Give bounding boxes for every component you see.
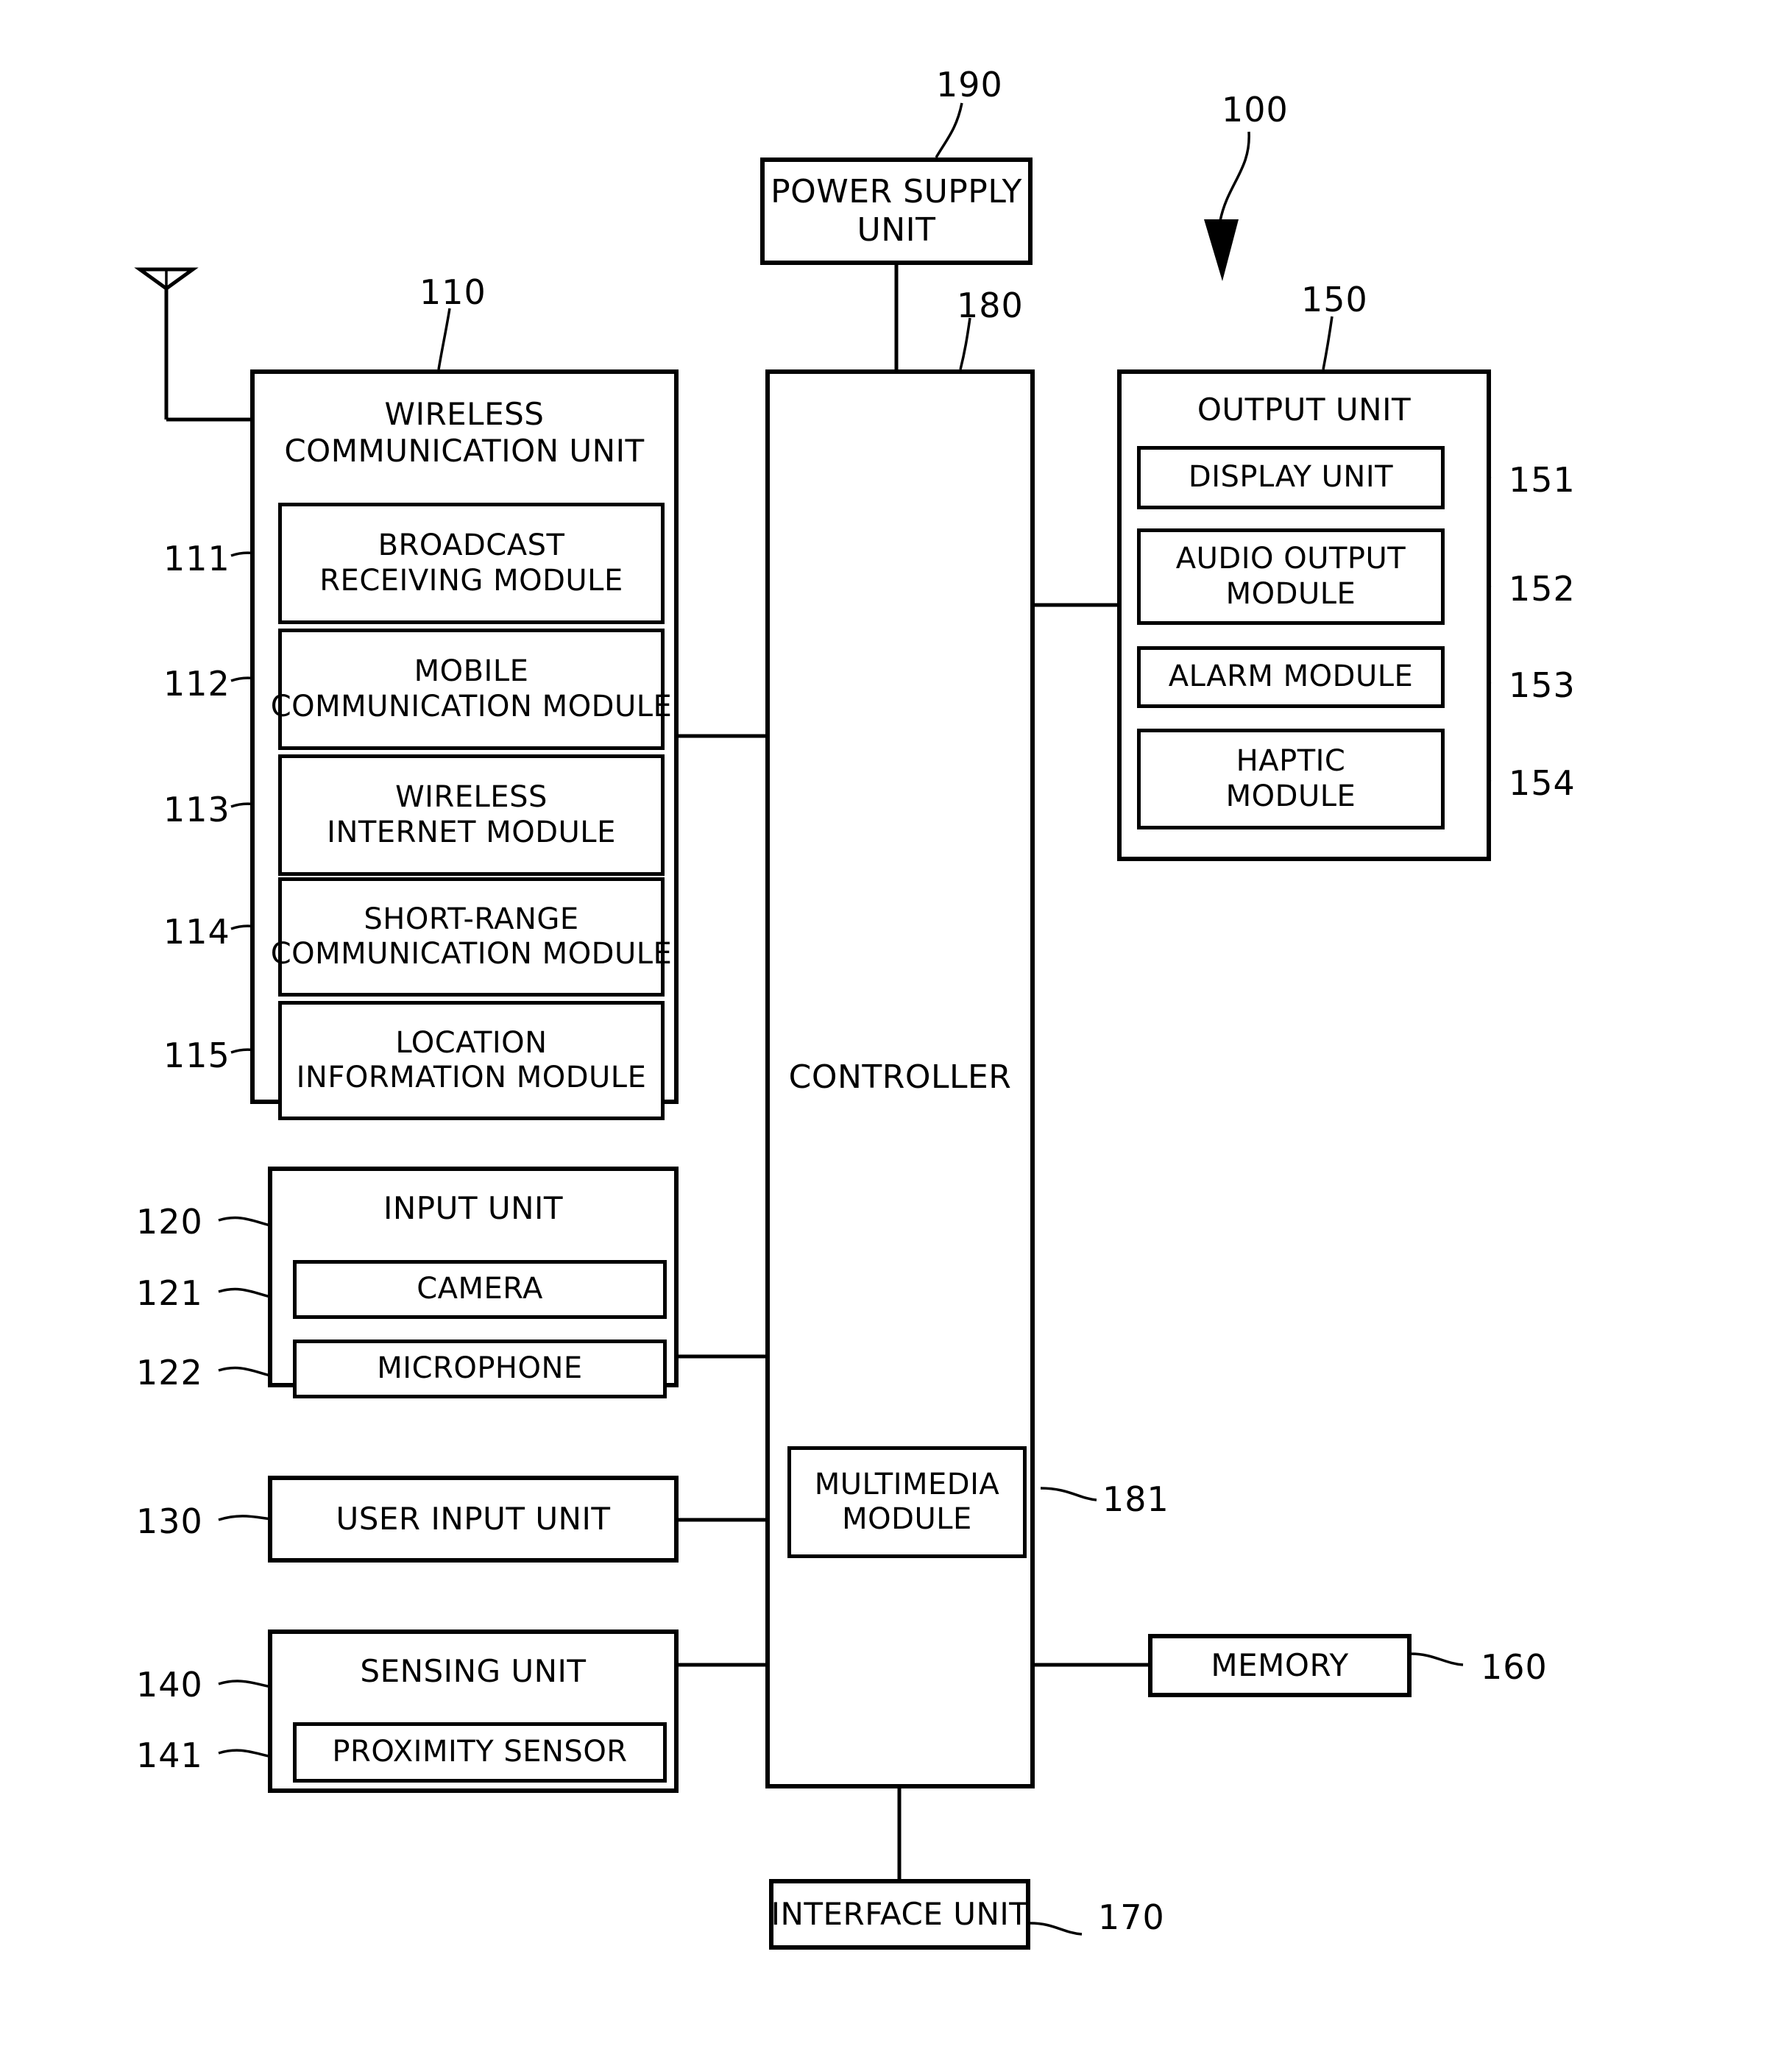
ref-130: 130 [136, 1501, 203, 1541]
audio-output-module-label: AUDIO OUTPUT MODULE [1175, 542, 1406, 611]
sensing-unit-label: SENSING UNIT [360, 1653, 587, 1689]
ref-153: 153 [1509, 665, 1576, 705]
multimedia-module-label: MULTIMEDIA MODULE [814, 1467, 1000, 1536]
ref-150: 150 [1301, 280, 1368, 319]
ref-113: 113 [163, 790, 230, 829]
ref-180: 180 [957, 286, 1024, 325]
location-information-module-box[interactable]: LOCATION INFORMATION MODULE [278, 1001, 665, 1120]
ref-122: 122 [136, 1353, 203, 1393]
camera-label: CAMERA [417, 1272, 543, 1306]
ref-140: 140 [136, 1665, 203, 1705]
ref-170: 170 [1098, 1897, 1165, 1937]
wireless-communication-unit-label: WIRELESS COMMUNICATION UNIT [284, 396, 645, 469]
output-unit-label: OUTPUT UNIT [1197, 392, 1412, 428]
wireless-internet-module-box[interactable]: WIRELESS INTERNET MODULE [278, 754, 665, 876]
ref-114: 114 [163, 912, 230, 952]
leader-181 [1040, 1487, 1097, 1501]
ref-160: 160 [1481, 1647, 1548, 1687]
ref-115: 115 [163, 1036, 230, 1075]
controller-label: CONTROLLER [788, 1058, 1012, 1096]
interface-unit-label: INTERFACE UNIT [771, 1896, 1029, 1933]
ref-121: 121 [136, 1273, 203, 1313]
ref-181: 181 [1102, 1479, 1169, 1519]
microphone-box[interactable]: MICROPHONE [293, 1340, 667, 1398]
location-information-module-label: LOCATION INFORMATION MODULE [296, 1025, 647, 1094]
power-supply-unit-label: POWER SUPPLY UNIT [771, 173, 1022, 249]
interface-unit-box[interactable]: INTERFACE UNIT [769, 1879, 1030, 1950]
broadcast-receiving-module-box[interactable]: BROADCAST RECEIVING MODULE [278, 503, 665, 624]
display-unit-box[interactable]: DISPLAY UNIT [1137, 446, 1445, 509]
leader-100-arrow-shaft [1219, 131, 1250, 222]
input-unit-label: INPUT UNIT [383, 1190, 564, 1226]
multimedia-module-box[interactable]: MULTIMEDIA MODULE [787, 1446, 1027, 1558]
leader-190 [935, 102, 963, 158]
wireless-internet-module-label: WIRELESS INTERNET MODULE [327, 780, 616, 849]
broadcast-receiving-module-label: BROADCAST RECEIVING MODULE [319, 528, 623, 598]
haptic-module-box[interactable]: HAPTIC MODULE [1137, 729, 1445, 829]
patent-figure-canvas: POWER SUPPLY UNIT 190 100 CONTROLLER 180… [0, 0, 1792, 2063]
audio-output-module-box[interactable]: AUDIO OUTPUT MODULE [1137, 528, 1445, 625]
short-range-communication-module-label: SHORT-RANGE COMMUNICATION MODULE [270, 902, 673, 971]
user-input-unit-box[interactable]: USER INPUT UNIT [268, 1476, 679, 1563]
device-arrowhead [1204, 219, 1239, 281]
ref-152: 152 [1509, 569, 1576, 609]
memory-box[interactable]: MEMORY [1148, 1634, 1412, 1697]
microphone-label: MICROPHONE [377, 1351, 583, 1386]
ref-111: 111 [163, 539, 230, 578]
proximity-sensor-label: PROXIMITY SENSOR [332, 1735, 628, 1769]
leader-150 [1322, 316, 1334, 370]
display-unit-label: DISPLAY UNIT [1188, 460, 1394, 495]
proximity-sensor-box[interactable]: PROXIMITY SENSOR [293, 1722, 667, 1783]
leader-160 [1410, 1652, 1464, 1666]
leader-170 [1030, 1922, 1083, 1936]
power-supply-unit-box[interactable]: POWER SUPPLY UNIT [760, 158, 1033, 265]
haptic-module-label: HAPTIC MODULE [1225, 744, 1356, 813]
mobile-communication-module-label: MOBILE COMMUNICATION MODULE [270, 654, 673, 723]
short-range-communication-module-box[interactable]: SHORT-RANGE COMMUNICATION MODULE [271, 877, 672, 997]
leader-110 [437, 308, 451, 370]
user-input-unit-label: USER INPUT UNIT [336, 1501, 611, 1537]
ref-100: 100 [1222, 90, 1289, 130]
camera-box[interactable]: CAMERA [293, 1260, 667, 1319]
ref-141: 141 [136, 1735, 203, 1775]
ref-120: 120 [136, 1202, 203, 1242]
alarm-module-label: ALARM MODULE [1168, 659, 1414, 694]
mobile-communication-module-box[interactable]: MOBILE COMMUNICATION MODULE [271, 629, 672, 750]
ref-110: 110 [419, 272, 486, 312]
controller-box[interactable]: CONTROLLER [765, 369, 1035, 1788]
ref-154: 154 [1509, 763, 1576, 803]
alarm-module-box[interactable]: ALARM MODULE [1137, 646, 1445, 708]
ref-112: 112 [163, 664, 230, 704]
leader-180 [959, 317, 971, 370]
ref-151: 151 [1509, 460, 1576, 500]
ref-190: 190 [936, 65, 1003, 105]
memory-label: MEMORY [1211, 1647, 1349, 1684]
